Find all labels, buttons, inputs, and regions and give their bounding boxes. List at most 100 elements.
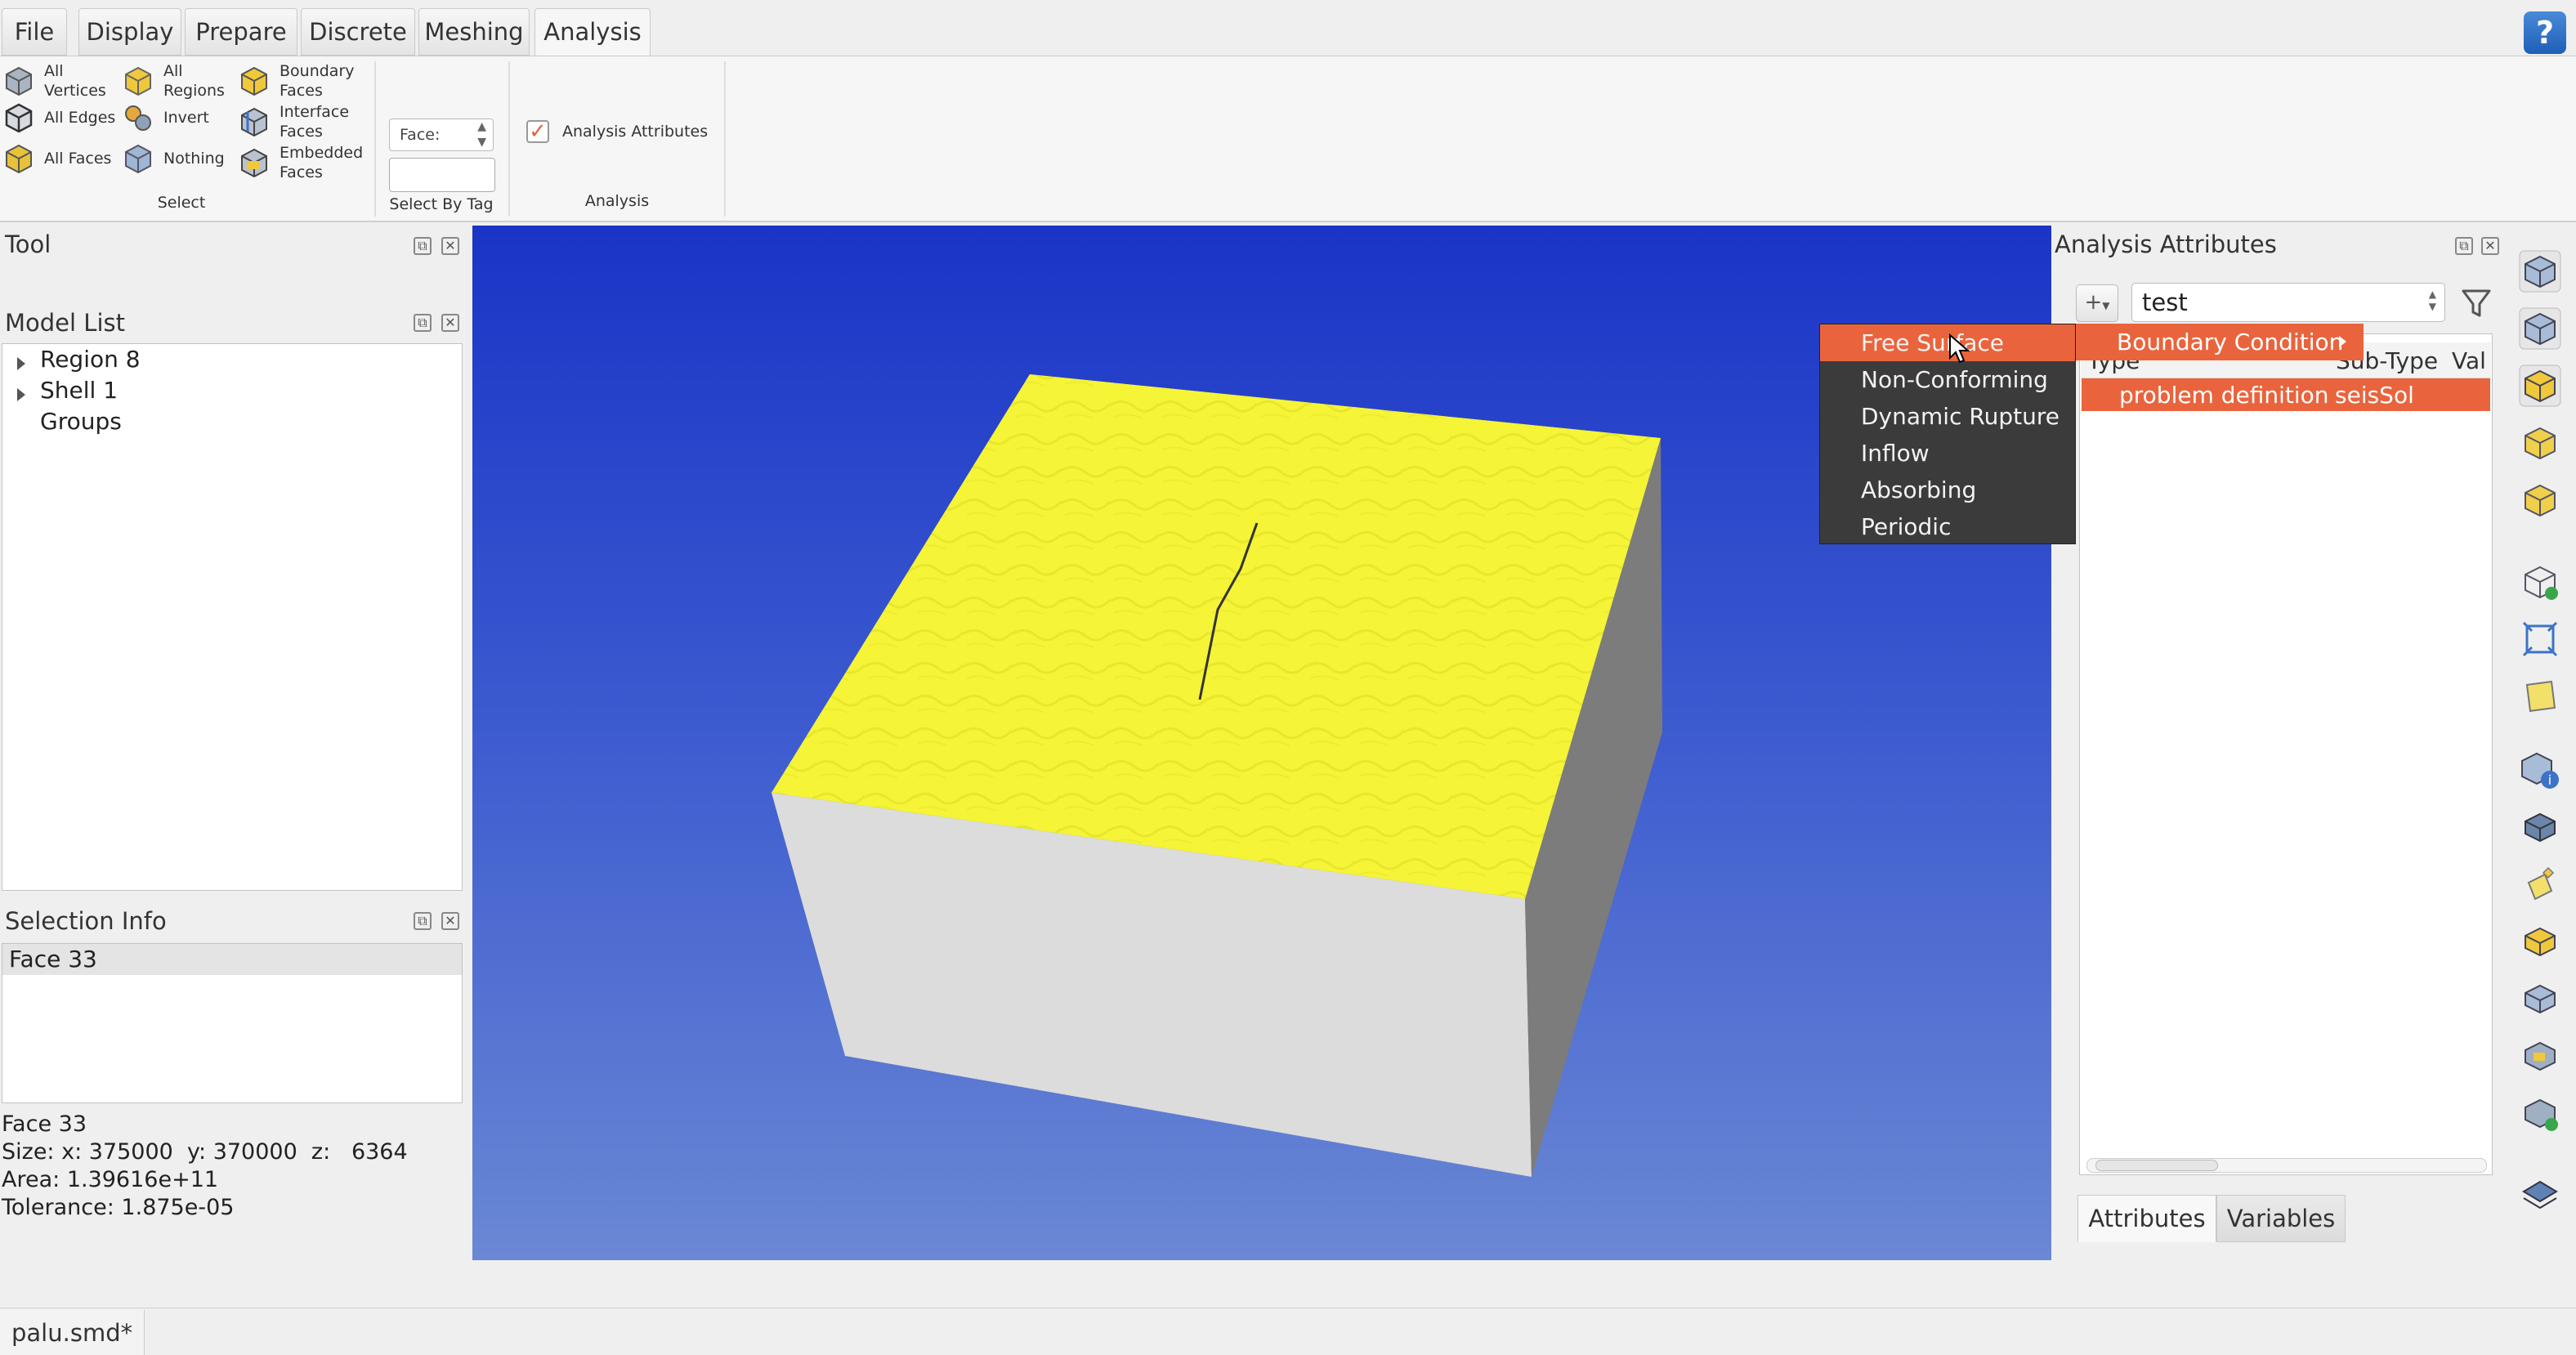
expand-arrow-icon[interactable] [17, 357, 25, 370]
submenu-arrow-icon [2339, 336, 2346, 347]
mesh-add-icon[interactable] [2519, 1092, 2561, 1134]
filter-icon[interactable] [2457, 284, 2496, 322]
select-nothing-button[interactable]: Nothing [123, 143, 245, 174]
submenu-label: Boundary Condition [2117, 329, 2344, 356]
view-top-icon[interactable] [2519, 364, 2561, 407]
tool-panel-title: Tool [5, 230, 51, 258]
select-all-vertices-button[interactable]: All Vertices [3, 61, 126, 101]
menu-bar: File Display Prepare Discrete Meshing An… [0, 0, 2576, 59]
tag-input[interactable] [389, 158, 495, 192]
clip-plane-icon[interactable] [2519, 675, 2561, 718]
close-icon[interactable]: ✕ [441, 314, 459, 332]
info-size: Size: x: 375000 y: 370000 z: 6364 [2, 1139, 408, 1165]
scrollbar-thumb[interactable] [2095, 1160, 2218, 1171]
shaded-icon[interactable] [2519, 806, 2561, 848]
zoom-box-icon[interactable] [2519, 618, 2561, 660]
attribute-case-combo[interactable]: test ▲ ▼ [2131, 283, 2445, 322]
cube-vertices-icon [6, 66, 32, 96]
tag-type-combo[interactable]: Face: ▲ ▼ [389, 119, 494, 151]
analysis-attributes-checkbox[interactable]: ✓ [526, 120, 549, 143]
tab-variables[interactable]: Variables [2216, 1195, 2346, 1242]
undock-icon[interactable]: ⧉ [2455, 237, 2473, 255]
view-iso-alt-icon[interactable] [2519, 479, 2561, 521]
svg-text:i: i [2548, 772, 2551, 788]
tab-prepare[interactable]: Prepare [185, 8, 297, 56]
tab-display[interactable]: Display [78, 8, 181, 56]
cube-interface-icon [241, 107, 267, 137]
context-menu: Free Surface Non-Conforming Dynamic Rupt… [1819, 324, 2076, 544]
selection-list[interactable]: Face 33 [2, 943, 463, 1103]
close-icon[interactable]: ✕ [441, 237, 459, 255]
tab-file[interactable]: File [2, 8, 67, 56]
submenu-boundary-condition[interactable]: Boundary Condition [2076, 324, 2364, 360]
tab-meshing[interactable]: Meshing [418, 8, 530, 56]
mesh-view-icon[interactable] [2519, 1035, 2561, 1077]
tree-item-shell[interactable]: Shell 1 [40, 377, 118, 404]
undock-icon[interactable]: ⧉ [414, 314, 432, 332]
wire-icon[interactable] [2519, 977, 2561, 1020]
analysis-attributes-title: Analysis Attributes [2055, 230, 2277, 258]
tree-item-groups[interactable]: Groups [40, 408, 122, 435]
3d-viewport[interactable] [472, 226, 2051, 1260]
select-invert-button[interactable]: Invert [123, 102, 245, 133]
select-group-label: Select [157, 194, 206, 212]
close-icon[interactable]: ✕ [441, 912, 459, 930]
menu-item-free-surface[interactable]: Free Surface [1820, 324, 2075, 361]
selection-row-label: Face 33 [9, 946, 97, 973]
info-area: Area: 1.39616e+11 [2, 1167, 219, 1192]
select-all-regions-button[interactable]: All Regions [123, 61, 245, 101]
expand-arrow-icon[interactable] [17, 388, 25, 401]
close-icon[interactable]: ✕ [2481, 237, 2499, 255]
mouse-cursor-icon [1949, 333, 1970, 364]
fit-view-icon[interactable] [2519, 561, 2561, 603]
spin-arrows-icon: ▲ ▼ [2428, 288, 2436, 312]
cube-regions-icon [125, 66, 151, 96]
ribbon: All Vertices All Edges All Faces All Reg… [0, 56, 2576, 222]
attribute-case-value: test [2142, 288, 2188, 316]
help-button[interactable]: ? [2524, 11, 2566, 54]
invert-icon [125, 105, 151, 131]
view-iso-icon[interactable] [2519, 422, 2561, 464]
menu-item-dynamic-rupture[interactable]: Dynamic Rupture [1820, 398, 2075, 435]
tag-type-value: Face: [400, 126, 441, 144]
select-all-edges-button[interactable]: All Edges [3, 102, 126, 133]
select-all-faces-button[interactable]: All Faces [3, 143, 126, 174]
menu-item-absorbing[interactable]: Absorbing [1820, 472, 2075, 508]
solid-icon[interactable] [2519, 920, 2561, 963]
menu-item-non-conforming[interactable]: Non-Conforming [1820, 361, 2075, 398]
add-attribute-button[interactable]: +▼ [2076, 284, 2118, 322]
select-interface-faces-button[interactable]: Interface Faces [239, 102, 369, 141]
table-row[interactable]: problem definition seisSol [2082, 378, 2490, 411]
menu-item-inflow[interactable]: Inflow [1820, 435, 2075, 472]
ribbon-divider [374, 61, 376, 217]
tab-discrete[interactable]: Discrete [301, 8, 415, 56]
face-select-icon[interactable] [2519, 863, 2561, 906]
model-tree[interactable]: Region 8 Shell 1 Groups [2, 343, 463, 891]
column-value[interactable]: Val [2452, 347, 2486, 374]
selection-row[interactable]: Face 33 [2, 944, 462, 975]
ribbon-divider [724, 61, 726, 217]
selection-info-title: Selection Info [5, 907, 167, 935]
view-front-icon[interactable] [2519, 250, 2561, 293]
horizontal-scrollbar[interactable] [2086, 1158, 2487, 1173]
cube-boundary-icon [241, 66, 267, 96]
tab-attributes[interactable]: Attributes [2077, 1195, 2216, 1242]
menu-item-periodic[interactable]: Periodic [1820, 508, 2075, 545]
analysis-attributes-label: Analysis Attributes [562, 123, 709, 141]
undock-icon[interactable]: ⧉ [414, 237, 432, 255]
select-boundary-faces-button[interactable]: Boundary Faces [239, 61, 369, 101]
attributes-table[interactable]: Type Sub-Type Val problem definition sei… [2079, 333, 2493, 1175]
model-box[interactable] [472, 226, 2051, 1260]
info-tolerance: Tolerance: 1.875e-05 [2, 1195, 235, 1220]
info-icon[interactable]: i [2519, 749, 2561, 791]
layers-icon[interactable] [2519, 1174, 2561, 1216]
row-type: problem definition [2119, 382, 2329, 409]
view-side-icon[interactable] [2519, 307, 2561, 350]
row-subtype: seisSol [2335, 382, 2414, 409]
document-tab[interactable]: palu.smd* [0, 1310, 145, 1355]
undock-icon[interactable]: ⧉ [414, 912, 432, 930]
spin-arrows-icon: ▲ ▼ [477, 120, 486, 149]
tab-analysis[interactable]: Analysis [534, 8, 651, 59]
tree-item-region[interactable]: Region 8 [40, 346, 141, 373]
select-embedded-faces-button[interactable]: Embedded Faces [239, 143, 369, 182]
